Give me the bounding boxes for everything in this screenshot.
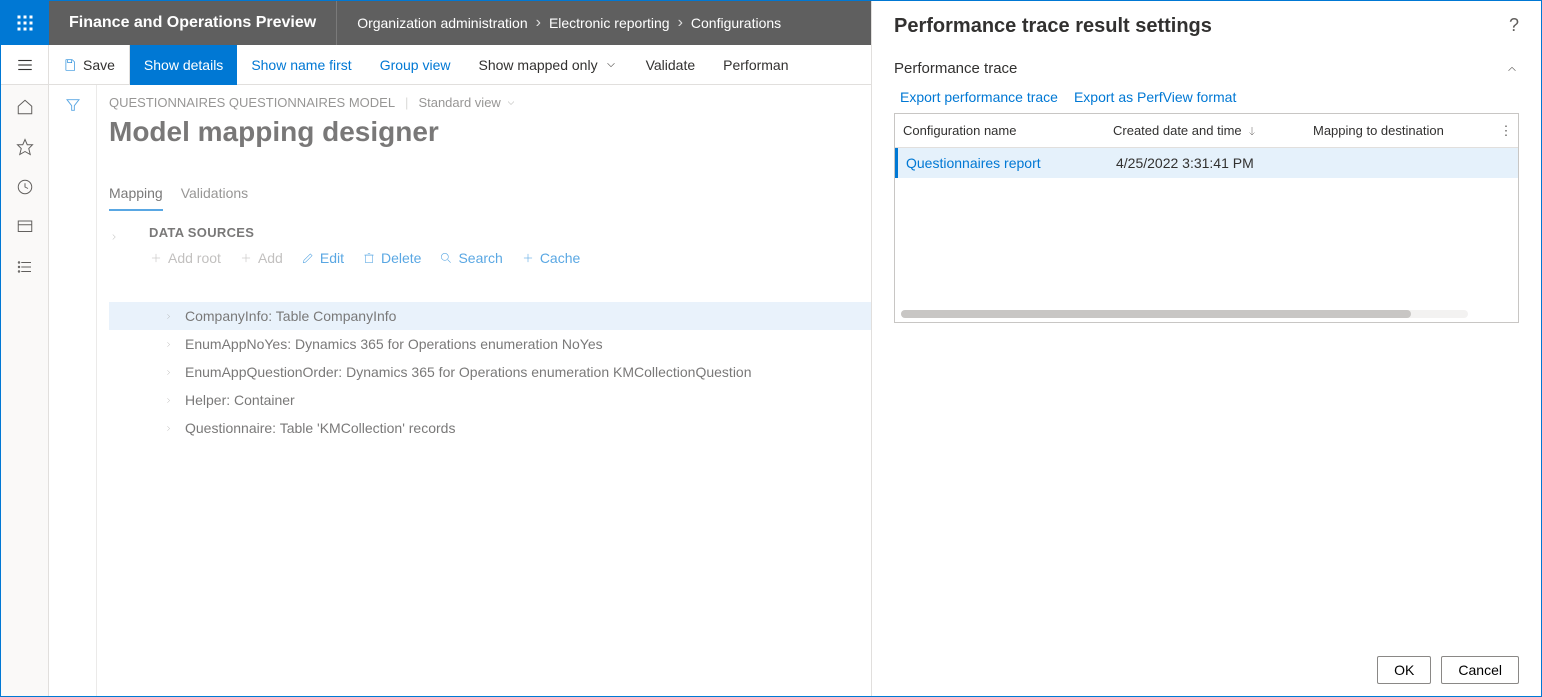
view-selector[interactable]: Standard view <box>418 95 516 110</box>
save-button[interactable]: Save <box>49 45 130 85</box>
breadcrumb: Organization administration › Electronic… <box>337 14 781 32</box>
chevron-right-icon: › <box>536 14 541 32</box>
filter-icon <box>65 97 81 113</box>
breadcrumb-item[interactable]: Organization administration <box>357 15 527 31</box>
caret-right-icon <box>164 312 173 321</box>
delete-button[interactable]: Delete <box>362 250 421 266</box>
show-details-button[interactable]: Show details <box>130 45 237 85</box>
grid-column-options[interactable]: ⋮ <box>1494 123 1518 139</box>
col-mapping-destination[interactable]: Mapping to destination <box>1305 123 1494 138</box>
show-name-first-button[interactable]: Show name first <box>237 45 365 85</box>
waffle-icon <box>16 14 34 32</box>
cache-button[interactable]: Cache <box>521 250 580 266</box>
separator: | <box>405 95 408 110</box>
clock-icon <box>16 178 34 196</box>
home-icon <box>16 98 34 116</box>
tree-node-label: CompanyInfo: Table CompanyInfo <box>185 308 396 324</box>
page-meta: QUESTIONNAIRES QUESTIONNAIRES MODEL | St… <box>109 95 517 110</box>
search-icon <box>439 251 453 265</box>
panel-title: Performance trace result settings <box>894 15 1212 38</box>
nav-modules[interactable] <box>1 249 49 285</box>
chevron-down-icon <box>505 97 517 109</box>
save-label: Save <box>83 57 115 73</box>
show-mapped-only-button[interactable]: Show mapped only <box>465 45 632 85</box>
section-expand[interactable] <box>109 229 119 245</box>
tree-node-label: Questionnaire: Table 'KMCollection' reco… <box>185 420 455 436</box>
plus-icon <box>521 251 535 265</box>
tab-mapping[interactable]: Mapping <box>109 185 163 211</box>
panel-footer: OK Cancel <box>872 644 1541 696</box>
export-perfview-link[interactable]: Export as PerfView format <box>1074 89 1236 105</box>
tree-node-label: EnumAppQuestionOrder: Dynamics 365 for O… <box>185 364 752 380</box>
caret-right-icon <box>164 424 173 433</box>
caret-right-icon <box>164 340 173 349</box>
hamburger-button[interactable] <box>1 45 49 84</box>
chevron-down-icon <box>604 58 618 72</box>
trash-icon <box>362 251 376 265</box>
page-title: Model mapping designer <box>109 116 517 148</box>
grid-row[interactable]: Questionnaires report 4/25/2022 3:31:41 … <box>895 148 1518 178</box>
nav-favorites[interactable] <box>1 129 49 165</box>
add-button: Add <box>239 250 283 266</box>
save-icon <box>63 58 77 72</box>
plus-icon <box>149 251 163 265</box>
caret-right-icon <box>164 368 173 377</box>
scrollbar-thumb[interactable] <box>901 310 1411 318</box>
validate-label: Validate <box>646 57 696 73</box>
group-view-button[interactable]: Group view <box>366 45 465 85</box>
show-mapped-only-label: Show mapped only <box>479 57 598 73</box>
tree-node-label: EnumAppNoYes: Dynamics 365 for Operation… <box>185 336 603 352</box>
performance-button[interactable]: Performan <box>709 45 802 85</box>
product-title: Finance and Operations Preview <box>49 1 337 45</box>
configuration-link[interactable]: Questionnaires report <box>906 155 1041 171</box>
edit-icon <box>301 251 315 265</box>
grid-header: Configuration name Created date and time… <box>895 114 1518 148</box>
nav-recent[interactable] <box>1 169 49 205</box>
group-view-label: Group view <box>380 57 451 73</box>
validate-button[interactable]: Validate <box>632 45 710 85</box>
performance-trace-panel: Performance trace result settings ? Perf… <box>871 1 1541 696</box>
edit-button[interactable]: Edit <box>301 250 344 266</box>
workspace-icon <box>16 218 34 236</box>
ok-button[interactable]: OK <box>1377 656 1431 684</box>
filter-column[interactable] <box>49 85 97 696</box>
show-name-first-label: Show name first <box>251 57 351 73</box>
cancel-button[interactable]: Cancel <box>1441 656 1519 684</box>
section-label: Performance trace <box>894 60 1017 77</box>
show-details-label: Show details <box>144 57 223 73</box>
hamburger-icon <box>16 56 34 74</box>
chevron-up-icon <box>1505 62 1519 76</box>
plus-icon <box>239 251 253 265</box>
help-button[interactable]: ? <box>1509 15 1519 36</box>
view-label: Standard view <box>418 95 500 110</box>
horizontal-scrollbar[interactable] <box>901 310 1468 318</box>
page-caption: QUESTIONNAIRES QUESTIONNAIRES MODEL <box>109 95 395 110</box>
export-performance-trace-link[interactable]: Export performance trace <box>900 89 1058 105</box>
tree-node-label: Helper: Container <box>185 392 295 408</box>
list-icon <box>16 258 34 276</box>
nav-workspaces[interactable] <box>1 209 49 245</box>
sort-desc-icon <box>1246 125 1258 137</box>
app-launcher-button[interactable] <box>1 1 49 45</box>
created-cell: 4/25/2022 3:31:41 PM <box>1108 155 1308 171</box>
breadcrumb-item[interactable]: Configurations <box>691 15 781 31</box>
star-icon <box>16 138 34 156</box>
page-tabs: Mapping Validations <box>109 185 248 212</box>
chevron-right-icon: › <box>678 14 683 32</box>
tab-validations[interactable]: Validations <box>181 185 248 211</box>
nav-home[interactable] <box>1 89 49 125</box>
add-root-button: Add root <box>149 250 221 266</box>
trace-actions: Export performance trace Export as PerfV… <box>894 83 1519 113</box>
performance-trace-section-header[interactable]: Performance trace <box>894 50 1519 83</box>
col-created-date[interactable]: Created date and time <box>1105 123 1305 138</box>
caret-right-icon <box>109 232 119 242</box>
left-nav-rail <box>1 85 49 696</box>
caret-right-icon <box>164 396 173 405</box>
performance-label: Performan <box>723 57 788 73</box>
col-configuration-name[interactable]: Configuration name <box>895 123 1105 138</box>
trace-grid: Configuration name Created date and time… <box>894 113 1519 323</box>
search-button[interactable]: Search <box>439 250 502 266</box>
help-icon: ? <box>1509 15 1519 35</box>
breadcrumb-item[interactable]: Electronic reporting <box>549 15 670 31</box>
